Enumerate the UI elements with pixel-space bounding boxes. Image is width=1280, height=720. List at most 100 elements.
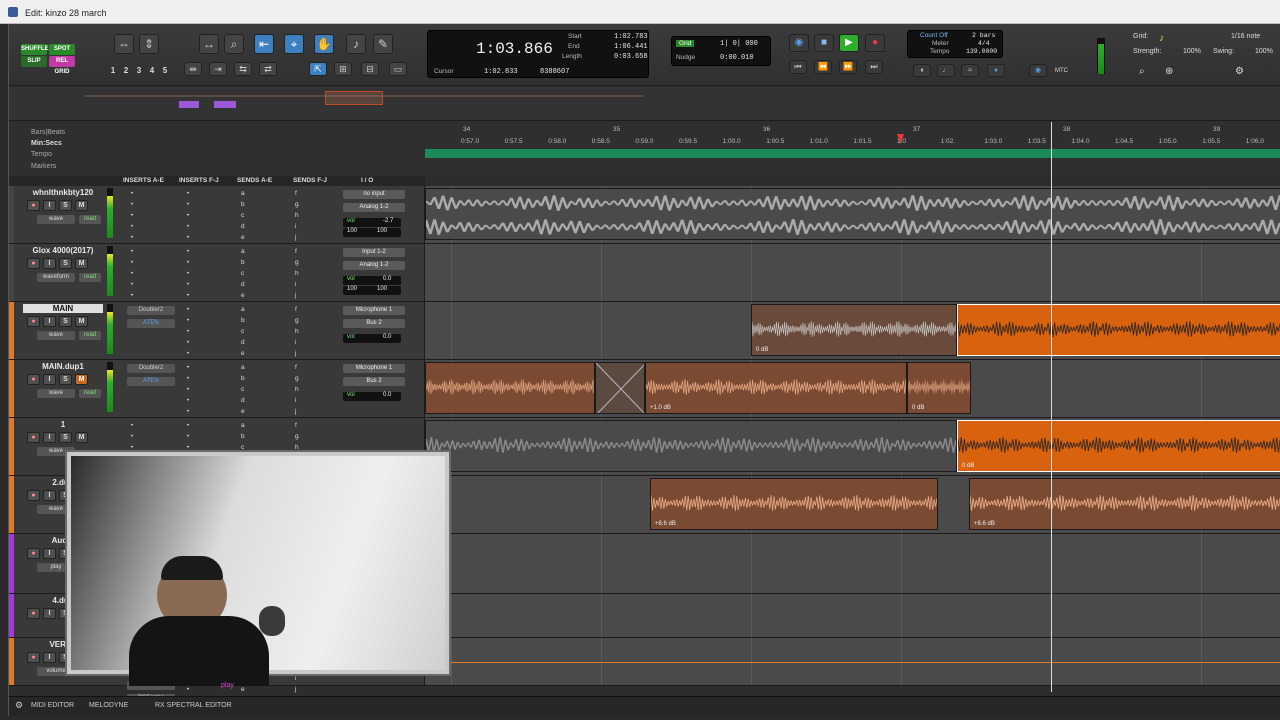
input-selector[interactable]: Microphone 1 xyxy=(343,364,405,373)
clip-gain-label[interactable]: 0 dB xyxy=(912,405,924,411)
send-slot[interactable]: h xyxy=(295,444,299,451)
grid-note-value[interactable]: 1/16 note xyxy=(1231,33,1260,40)
send-slot[interactable]: g xyxy=(295,433,299,440)
send-slot[interactable]: i xyxy=(295,339,296,346)
track-name[interactable]: 1 xyxy=(23,420,103,429)
output-selector[interactable]: Analog 1-2 xyxy=(343,203,405,212)
volume-readout[interactable]: vol 0.0 xyxy=(343,334,401,343)
insert-slot[interactable]: • xyxy=(187,317,189,324)
send-slot[interactable]: e xyxy=(241,408,245,415)
input-monitor-button[interactable]: I xyxy=(43,490,56,501)
shuffle-mode-button[interactable]: SHUFFLE xyxy=(21,44,49,55)
pan-right-value[interactable]: 100 xyxy=(377,286,387,292)
universe-overview[interactable] xyxy=(9,87,1280,121)
strength-value[interactable]: 100% xyxy=(1183,48,1201,55)
tempo-ruler-label[interactable]: Tempo xyxy=(31,151,52,158)
solo-button[interactable]: S xyxy=(59,258,72,269)
input-selector[interactable]: Microphone 1 xyxy=(343,306,405,315)
plugin-insert[interactable]: ATEfx xyxy=(127,319,175,328)
send-slot[interactable]: j xyxy=(295,234,296,241)
send-slot[interactable]: j xyxy=(295,350,296,357)
audio-clip[interactable]: 0 dB xyxy=(751,304,957,356)
insert-slot[interactable]: • xyxy=(187,375,189,382)
track-name[interactable]: MAIN.dup1 xyxy=(23,362,103,371)
zoom-in-icon[interactable]: ⊕ xyxy=(1165,66,1173,77)
input-monitor-button[interactable]: I xyxy=(43,374,56,385)
conductor-icon[interactable]: ♦ xyxy=(987,64,1005,77)
clip-gain-label[interactable]: +8.6 dB xyxy=(974,521,995,527)
clip-gain-label[interactable]: 0 dB xyxy=(962,463,974,469)
audio-clip[interactable] xyxy=(957,304,1280,356)
selection-start[interactable]: 1:02.783 xyxy=(614,33,648,41)
send-slot[interactable]: d xyxy=(241,223,245,230)
send-slot[interactable]: h xyxy=(295,212,299,219)
audio-clip[interactable]: +8.6 dB xyxy=(650,478,938,530)
nudge-label[interactable]: Nudge xyxy=(676,54,695,61)
record-enable-button[interactable]: ● xyxy=(27,652,40,663)
bars-beats-ruler-label[interactable]: Bars|Beats xyxy=(31,129,65,136)
send-slot[interactable]: d xyxy=(241,339,245,346)
link-track-icon[interactable]: ⇄ xyxy=(259,62,277,76)
insert-slot[interactable]: • xyxy=(131,248,133,255)
insert-slot[interactable]: • xyxy=(131,444,133,451)
insert-slot[interactable]: • xyxy=(187,350,189,357)
insert-slot[interactable]: • xyxy=(131,190,133,197)
insert-slot[interactable]: • xyxy=(187,281,189,288)
audio-clip[interactable] xyxy=(595,362,645,414)
pencil-tool-icon[interactable]: ✎ xyxy=(373,34,393,54)
mute-button[interactable]: M xyxy=(75,374,88,385)
nudge-value[interactable]: 0:00.010 xyxy=(720,54,754,62)
record-enable-button[interactable]: ● xyxy=(27,374,40,385)
send-slot[interactable]: i xyxy=(295,223,296,230)
send-slot[interactable]: b xyxy=(241,433,245,440)
send-slot[interactable]: c xyxy=(241,212,244,219)
send-slot[interactable]: a xyxy=(241,248,245,255)
metronome-icon[interactable]: ♩ xyxy=(937,64,955,77)
volume-readout[interactable]: vol 0.0 xyxy=(343,276,401,285)
scrubber-tool-icon[interactable]: ♪ xyxy=(346,34,366,54)
insert-slot[interactable]: • xyxy=(187,223,189,230)
audio-clip[interactable] xyxy=(425,362,595,414)
zoom-vertical-icon[interactable]: ⇕ xyxy=(139,34,159,54)
input-monitor-button[interactable]: I xyxy=(43,258,56,269)
send-slot[interactable]: i xyxy=(295,281,296,288)
solo-button[interactable]: S xyxy=(59,316,72,327)
send-slot[interactable]: f xyxy=(295,306,297,313)
insert-slot[interactable]: • xyxy=(187,397,189,404)
input-monitor-button[interactable]: I xyxy=(43,652,56,663)
insert-slot[interactable]: • xyxy=(131,259,133,266)
insert-slot[interactable]: • xyxy=(187,433,189,440)
track-header[interactable]: whnlthnkbty120 ● I S Mwave read a f • • b g • • c h • • d i… xyxy=(9,186,425,243)
track-playlist-lane[interactable] xyxy=(425,638,1280,685)
mute-button[interactable]: M xyxy=(75,258,88,269)
track-header[interactable]: MAIN ● I S Mwave read a f • b g • c h • d i • e j • Doubler2 A… xyxy=(9,302,425,359)
track-playlist-lane[interactable]: +1.0 dB 0 dB xyxy=(425,360,1280,417)
send-slot[interactable]: a xyxy=(241,190,245,197)
solo-button[interactable]: S xyxy=(59,200,72,211)
input-monitor-button[interactable]: I xyxy=(43,316,56,327)
rewind-icon[interactable]: ⏪ xyxy=(814,60,832,74)
send-slot[interactable]: c xyxy=(241,328,244,335)
pan-readout[interactable]: 100 100 xyxy=(343,228,401,237)
min-secs-ruler-label[interactable]: Min:Secs xyxy=(31,140,62,147)
send-slot[interactable]: e xyxy=(241,292,245,299)
send-slot[interactable]: i xyxy=(295,675,296,682)
insert-slot[interactable]: • xyxy=(187,190,189,197)
pan-left-value[interactable]: 100 xyxy=(347,228,357,234)
track-name[interactable]: MAIN xyxy=(23,304,103,313)
send-slot[interactable]: c xyxy=(241,386,244,393)
zoom-horizontal-icon[interactable]: ⇔ xyxy=(114,34,134,54)
play-view-label[interactable]: play xyxy=(221,682,234,689)
overview-view-box[interactable] xyxy=(325,91,383,105)
record-enable-button[interactable]: ● xyxy=(27,432,40,443)
solo-button[interactable]: S xyxy=(59,374,72,385)
track-header[interactable]: MAIN.dup1 ● I S Mwave read a f • b g • c h • d i • e j • Doub… xyxy=(9,360,425,417)
send-slot[interactable]: e xyxy=(241,234,245,241)
clip-gain-label[interactable]: +8.6 dB xyxy=(655,521,676,527)
send-slot[interactable]: b xyxy=(241,317,245,324)
record-enable-button[interactable]: ● xyxy=(27,608,40,619)
track-view-selector[interactable]: wave xyxy=(37,331,75,340)
send-slot[interactable]: j xyxy=(295,686,296,693)
keyboard-focus-icon[interactable]: ⊟ xyxy=(361,62,379,76)
insert-slot[interactable]: • xyxy=(131,433,133,440)
